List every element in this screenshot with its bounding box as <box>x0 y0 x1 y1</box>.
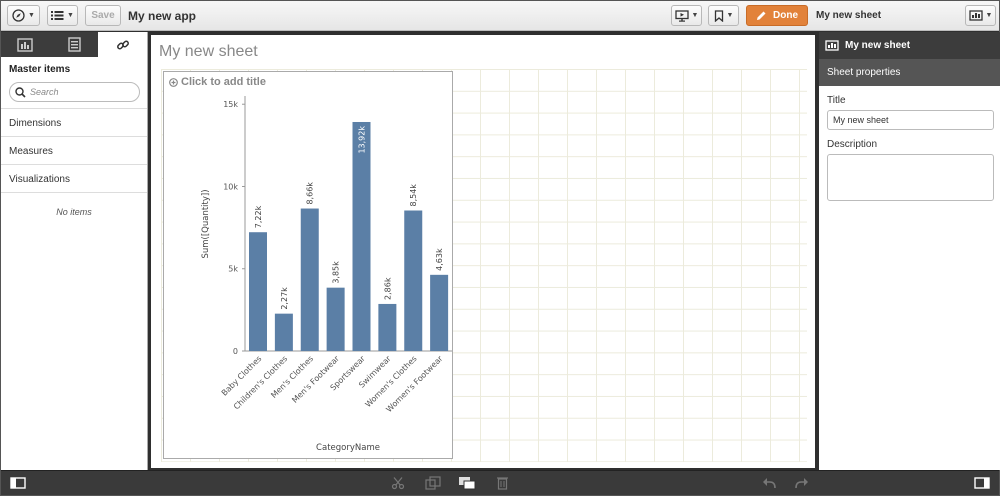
app-window: ▼ ▼ Save My new app ▼ ▼ Done My new shee… <box>0 0 1000 496</box>
scissors-icon <box>391 477 405 490</box>
chart-bar <box>430 274 449 351</box>
description-label: Description <box>827 139 878 150</box>
fields-list-icon <box>67 37 81 52</box>
bar-data-label: 7,22k <box>254 205 263 228</box>
current-sheet-name[interactable]: My new sheet <box>816 10 881 21</box>
bookmark-icon <box>714 9 723 22</box>
bar-data-label: 2,27k <box>280 287 289 310</box>
link-icon <box>116 40 129 49</box>
assets-tabs <box>1 32 148 57</box>
add-chart-title[interactable]: Click to add title <box>169 76 266 88</box>
bar-data-label: 13,92k <box>358 126 367 154</box>
compass-icon <box>12 9 25 22</box>
chart-bar <box>352 121 371 351</box>
search-input[interactable]: Search <box>9 82 140 102</box>
chart-bar <box>274 313 293 351</box>
toggle-assets-panel-button[interactable] <box>9 475 27 491</box>
chevron-down-icon: ▼ <box>691 12 699 19</box>
paste-button[interactable] <box>457 475 477 491</box>
section-visualizations[interactable]: Visualizations <box>1 164 147 192</box>
chevron-down-icon: ▼ <box>67 12 74 19</box>
cut-button[interactable] <box>390 475 406 491</box>
title-field[interactable]: My new sheet <box>827 110 994 130</box>
tab-fields[interactable] <box>50 32 99 57</box>
chart-bar <box>404 210 423 351</box>
delete-button[interactable] <box>495 475 509 491</box>
toggle-properties-panel-button[interactable] <box>973 475 991 491</box>
pencil-icon <box>757 11 766 20</box>
copy-icon <box>425 476 441 490</box>
global-menu-button[interactable]: ▼ <box>47 5 78 26</box>
section-dimensions[interactable]: Dimensions <box>1 108 147 136</box>
title-label: Title <box>827 95 846 106</box>
y-tick-label: 10k <box>223 182 238 191</box>
tab-master-items[interactable] <box>98 32 148 57</box>
properties-header: My new sheet <box>819 32 1000 59</box>
y-tick-label: 5k <box>228 265 238 274</box>
sheet-properties-section[interactable]: Sheet properties <box>819 59 1000 86</box>
chart-title-placeholder: Click to add title <box>181 76 266 88</box>
undo-button[interactable] <box>761 475 777 491</box>
y-axis-title: Sum([Quantity]) <box>201 189 211 258</box>
sheet-icon <box>825 40 839 51</box>
chart-bar <box>249 232 267 351</box>
sheets-navigator-button[interactable]: ▼ <box>965 5 996 26</box>
search-icon <box>15 86 26 98</box>
chevron-down-icon: ▼ <box>726 12 734 19</box>
tab-charts[interactable] <box>1 32 50 57</box>
save-button[interactable]: Save <box>85 5 121 26</box>
chart-bar <box>378 303 397 351</box>
sheet-grid-icon <box>968 10 983 21</box>
undo-icon <box>763 478 776 489</box>
master-items-title: Master items <box>9 64 71 75</box>
top-toolbar: ▼ ▼ Save My new app ▼ ▼ Done My new shee… <box>1 1 999 31</box>
redo-button[interactable] <box>794 475 810 491</box>
bar-chart-object[interactable]: 0 5k 10k 15k 7,22k Baby Clothes 2,27k Children'… <box>163 71 453 459</box>
done-label: Done <box>773 10 798 21</box>
assets-panel: Master items Search Dimensions Measures … <box>1 32 148 470</box>
x-axis-title: CategoryName <box>316 443 380 453</box>
chart-bar <box>326 287 345 351</box>
chevron-down-icon: ▼ <box>28 12 35 19</box>
chevron-down-icon: ▼ <box>985 12 993 19</box>
copy-button[interactable] <box>424 475 442 491</box>
present-mode-button[interactable]: ▼ <box>671 5 702 26</box>
empty-state-text: No items <box>1 192 147 217</box>
bar-data-label: 8,66k <box>306 182 315 205</box>
panel-right-icon <box>974 477 990 489</box>
bar-data-label: 2,86k <box>383 277 392 300</box>
plus-circle-icon <box>169 77 178 87</box>
bookmarks-button[interactable]: ▼ <box>708 5 739 26</box>
monitor-icon <box>674 9 689 22</box>
chart-bar <box>300 208 319 351</box>
sheet-canvas: My new sheet 0 5k 10k 15k 7,22k Baby Clothes 2… <box>151 35 815 468</box>
bar-chart: 05k10k15k7,22kBaby Clothes2,27kChildren'… <box>201 96 452 453</box>
redo-icon <box>795 478 808 489</box>
list-icon <box>51 11 64 20</box>
trash-icon <box>496 477 508 490</box>
done-button[interactable]: Done <box>746 5 808 26</box>
bar-data-label: 4,63k <box>435 248 444 271</box>
y-tick-label: 15k <box>223 100 238 109</box>
paste-icon <box>459 477 476 490</box>
bar-data-label: 8,54k <box>409 184 418 207</box>
sheet-title[interactable]: My new sheet <box>159 43 258 61</box>
navigation-menu-button[interactable]: ▼ <box>7 5 40 26</box>
properties-panel: My new sheet Sheet properties Title My n… <box>819 32 1000 470</box>
bar-data-label: 3,85k <box>332 261 341 284</box>
y-tick-label: 0 <box>233 347 238 356</box>
panel-left-icon <box>10 477 26 489</box>
app-title: My new app <box>128 9 197 23</box>
description-field[interactable] <box>827 154 994 201</box>
bar-chart-icon <box>17 37 34 52</box>
x-tick-label: Men's Footwear <box>290 354 341 405</box>
section-measures[interactable]: Measures <box>1 136 147 164</box>
properties-header-label: My new sheet <box>845 40 911 51</box>
bottom-toolbar <box>1 470 999 495</box>
search-placeholder: Search <box>30 87 59 97</box>
